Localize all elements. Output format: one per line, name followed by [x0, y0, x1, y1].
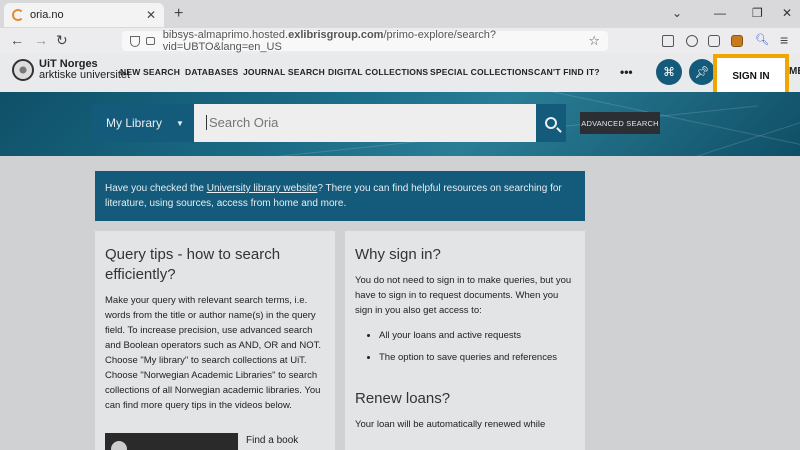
- address-bar[interactable]: bibsys-almaprimo.hosted.exlibrisgroup.co…: [122, 29, 608, 53]
- why-sign-in-title: Why sign in?: [355, 246, 441, 263]
- zotero-icon[interactable]: 🔍︎: [755, 33, 769, 46]
- uit-logo[interactable]: UiT Norges arktiske universitet: [12, 59, 130, 81]
- bookmark-star-icon[interactable]: ☆: [588, 33, 600, 49]
- video-label[interactable]: Find a book: [246, 435, 298, 446]
- tab-title: oria.no: [30, 9, 64, 21]
- account-icon[interactable]: [686, 35, 698, 47]
- back-icon[interactable]: ←: [10, 32, 24, 48]
- caret-down-icon: ▼: [176, 118, 184, 128]
- browser-nav-bar: ← → ↻ bibsys-almaprimo.hosted.exlibrisgr…: [0, 28, 800, 54]
- library-card-icon[interactable]: ⌘: [656, 59, 682, 85]
- renew-loans-title: Renew loans?: [355, 390, 451, 407]
- query-tips-body: Make your query with relevant search ter…: [105, 295, 321, 411]
- menu-new-search[interactable]: NEW SEARCH: [120, 67, 180, 77]
- scope-label: My Library: [106, 116, 163, 130]
- menu-databases[interactable]: DATABASES: [185, 67, 238, 77]
- site-header: UiT Norges arktiske universitet NEW SEAR…: [0, 54, 800, 92]
- menu-digital-collections[interactable]: DIGITAL COLLECTIONS: [328, 67, 428, 77]
- more-menu-icon[interactable]: •••: [620, 65, 633, 79]
- university-library-link[interactable]: University library website: [207, 183, 318, 194]
- tracking-shield-icon[interactable]: [130, 35, 140, 47]
- oria-favicon-icon: [12, 9, 24, 21]
- sign-in-label: SIGN IN: [732, 70, 770, 82]
- extensions-icon[interactable]: [708, 35, 720, 47]
- video-thumbnail[interactable]: [105, 433, 238, 450]
- browser-tab[interactable]: oria.no ✕: [4, 3, 164, 27]
- benefits-list: All your loans and active requests The o…: [379, 330, 575, 363]
- search-button[interactable]: [536, 104, 566, 142]
- forward-icon[interactable]: →: [34, 32, 48, 48]
- search-input[interactable]: [206, 115, 524, 130]
- search-field[interactable]: [194, 104, 536, 142]
- list-item: All your loans and active requests: [379, 330, 575, 341]
- browser-tab-bar: oria.no ✕ + ⌄ — ❐ ✕: [0, 0, 800, 28]
- query-tips-title: Query tips - how to search efficiently?: [105, 246, 281, 283]
- close-window-icon[interactable]: ✕: [782, 6, 792, 20]
- video-logo-icon: [111, 441, 127, 450]
- menu-cant-find-it[interactable]: CAN'T FIND IT?: [534, 67, 600, 77]
- uit-seal-icon: [12, 59, 34, 81]
- query-tips-card: Query tips - how to search efficiently? …: [95, 231, 335, 450]
- restore-icon[interactable]: ❐: [752, 6, 763, 20]
- minimize-icon[interactable]: —: [714, 6, 726, 20]
- menu-special-collections[interactable]: SPECIAL COLLECTIONS: [430, 67, 534, 77]
- search-icon: [545, 117, 557, 129]
- why-sign-in-body: You do not need to sign in to make queri…: [355, 275, 572, 316]
- lock-icon[interactable]: [145, 37, 155, 45]
- advanced-search-button[interactable]: ADVANCED SEARCH: [580, 112, 660, 134]
- menu-journal-search[interactable]: JOURNAL SEARCH: [243, 67, 325, 77]
- extension-badge-icon[interactable]: [731, 35, 743, 47]
- search-scope-dropdown[interactable]: My Library ▼: [92, 104, 194, 142]
- pin-favorites-icon[interactable]: 📌︎: [689, 59, 715, 85]
- info-banner: Have you checked the University library …: [95, 171, 585, 221]
- reload-icon[interactable]: ↻: [56, 32, 68, 49]
- logo-line2: arktiske universitet: [39, 69, 131, 81]
- why-sign-in-card: Why sign in? You do not need to sign in …: [345, 231, 585, 450]
- menu-overflow-text[interactable]: ME: [789, 66, 800, 77]
- url-text: bibsys-almaprimo.hosted.exlibrisgroup.co…: [162, 29, 496, 53]
- tab-list-chevron-icon[interactable]: ⌄: [672, 6, 682, 20]
- app-menu-icon[interactable]: ≡: [780, 32, 788, 48]
- pocket-icon[interactable]: [662, 35, 674, 47]
- close-tab-icon[interactable]: ✕: [146, 8, 156, 22]
- list-item: The option to save queries and reference…: [379, 352, 575, 363]
- new-tab-icon[interactable]: +: [174, 5, 183, 23]
- renew-loans-body: Your loan will be automatically renewed …: [355, 419, 546, 430]
